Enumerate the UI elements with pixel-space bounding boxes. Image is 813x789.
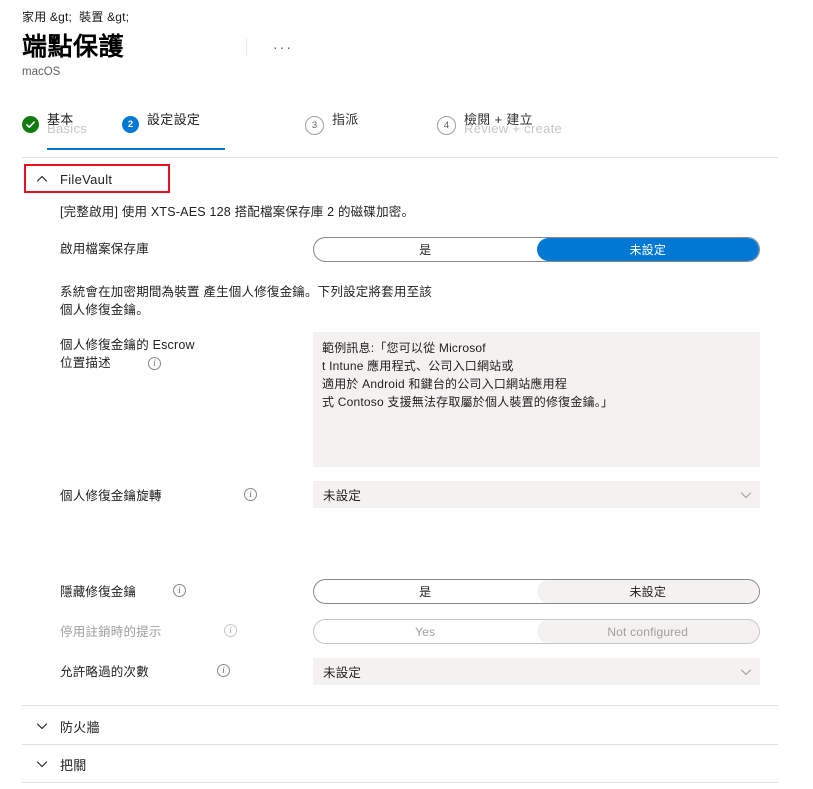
- firewall-section-label: 防火牆: [60, 719, 100, 735]
- escrow-location-textarea[interactable]: [313, 332, 760, 467]
- step-number-badge: 2: [122, 116, 139, 133]
- tab-review-create[interactable]: 4 檢閱 + 建立 Review + create: [437, 112, 562, 142]
- wizard-steps: 基本 Basics 2 設定設定 3 指派 4 檢閱 + 建立 Review +…: [22, 112, 782, 150]
- disable-logout-prompt-toggle: Yes Not configured: [313, 619, 760, 644]
- recovery-key-rotation-label: 個人修復金鑰旋轉: [60, 489, 162, 503]
- filevault-section-label: FileVault: [60, 171, 113, 187]
- title-divider: [246, 38, 248, 56]
- tab-active-underline: [47, 148, 225, 150]
- section-divider: [22, 782, 778, 783]
- tab-configuration-settings[interactable]: 2 設定設定: [47, 112, 225, 150]
- page-subtitle: macOS: [22, 66, 61, 78]
- filevault-section-header[interactable]: FileVault: [36, 165, 112, 193]
- escrow-location-label-line1: 個人修復金鑰的 Escrow: [60, 338, 195, 352]
- chevron-down-icon: [740, 489, 752, 501]
- enable-filevault-option-yes[interactable]: 是: [314, 238, 537, 261]
- hide-recovery-key-info-icon[interactable]: i: [173, 584, 186, 597]
- enable-filevault-option-notconfigured[interactable]: 未設定: [536, 238, 759, 261]
- step-number-badge: 3: [305, 116, 324, 135]
- recovery-key-rotation-info-icon[interactable]: i: [244, 488, 257, 501]
- section-divider: [22, 744, 778, 745]
- disable-logout-prompt-label: 停用註銷時的提示: [60, 625, 162, 639]
- personal-recovery-key-note-line1: 系統會在加密期間為裝置 產生個人修復金鑰。下列設定將套用至該: [60, 285, 432, 299]
- step-complete-icon: [22, 116, 39, 133]
- steps-divider: [22, 157, 778, 158]
- tab-assignments-labels: 指派: [332, 112, 359, 142]
- tab-assignments[interactable]: 3 指派: [305, 112, 359, 142]
- chevron-down-icon: [740, 666, 752, 678]
- disable-logout-prompt-option-notconfigured: Not configured: [536, 620, 759, 643]
- escrow-location-info-icon[interactable]: i: [148, 357, 161, 370]
- hide-recovery-key-option-yes[interactable]: 是: [314, 580, 537, 603]
- tab-basics-labels: 基本 Basics: [47, 112, 87, 142]
- firewall-section-header[interactable]: 防火牆: [36, 712, 100, 740]
- breadcrumb[interactable]: 家用 &gt; 裝置 &gt;: [22, 8, 129, 25]
- enable-filevault-label: 啟用檔案保存庫: [60, 242, 149, 256]
- tab-review-create-label: 檢閱 + 建立: [464, 112, 533, 127]
- recovery-key-rotation-value: 未設定: [323, 489, 362, 503]
- tab-basics-label: 基本: [47, 112, 74, 127]
- personal-recovery-key-note-line2: 個人修復金鑰。: [60, 303, 149, 317]
- hide-recovery-key-option-notconfigured[interactable]: 未設定: [536, 580, 759, 603]
- chevron-up-icon: [36, 173, 48, 185]
- enable-filevault-toggle[interactable]: 是 未設定: [313, 237, 760, 262]
- section-divider: [22, 705, 778, 706]
- filevault-description: [完整啟用] 使用 XTS-AES 128 搭配檔案保存庫 2 的磁碟加密。: [60, 205, 415, 219]
- hide-recovery-key-label: 隱藏修復金鑰: [60, 585, 137, 599]
- chevron-down-icon: [36, 720, 48, 732]
- disable-logout-prompt-option-yes: Yes: [415, 624, 436, 639]
- tab-review-create-labels: 檢閱 + 建立 Review + create: [464, 112, 562, 142]
- page-title-row: 端點保護 ···: [22, 32, 293, 62]
- tab-basics[interactable]: 基本 Basics: [22, 112, 87, 142]
- allowed-bypass-count-label: 允許略過的次數: [60, 665, 149, 679]
- disable-logout-prompt-info-icon[interactable]: i: [224, 624, 237, 637]
- allowed-bypass-count-info-icon[interactable]: i: [217, 664, 230, 677]
- hide-recovery-key-toggle[interactable]: 是 未設定: [313, 579, 760, 604]
- allowed-bypass-count-value: 未設定: [323, 666, 362, 680]
- page-title: 端點保護: [22, 33, 125, 61]
- gatekeeper-section-label: 把關: [60, 757, 87, 773]
- allowed-bypass-count-dropdown[interactable]: 未設定: [313, 658, 760, 685]
- tab-configuration-settings-label: 設定設定: [147, 112, 201, 127]
- recovery-key-rotation-dropdown[interactable]: 未設定: [313, 481, 760, 508]
- tab-configuration-settings-labels: 設定設定: [147, 112, 200, 142]
- escrow-location-label-line2: 位置描述: [60, 356, 111, 370]
- step-number-badge: 4: [437, 116, 456, 135]
- tab-assignments-label: 指派: [332, 112, 359, 127]
- more-options-button[interactable]: ···: [273, 40, 293, 54]
- chevron-down-icon: [36, 758, 48, 770]
- gatekeeper-section-header[interactable]: 把關: [36, 750, 87, 778]
